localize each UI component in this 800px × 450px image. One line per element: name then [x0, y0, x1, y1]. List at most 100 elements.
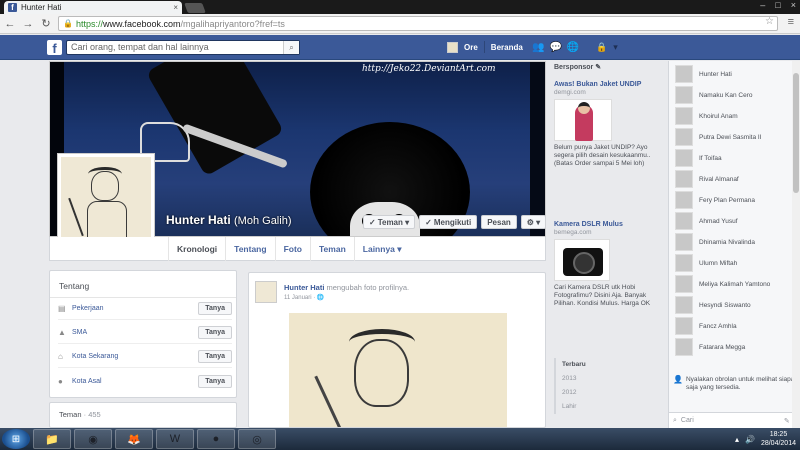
- chat-contact[interactable]: Namaku Kan Cero: [675, 86, 752, 104]
- chat-contact[interactable]: If Toifaa: [675, 149, 722, 167]
- ad-jacket[interactable]: Awas! Bukan Jaket UNDIP demgi.com Belum …: [554, 81, 662, 168]
- chat-sidebar: Hunter Hati Namaku Kan Cero Khoirul Anam…: [668, 61, 800, 428]
- user-avatar[interactable]: [447, 41, 458, 53]
- compose-icon[interactable]: ✎: [784, 417, 790, 425]
- notifications-icon[interactable]: 🌐: [567, 42, 579, 53]
- chat-contact[interactable]: Meliya Kalimah Yamtono: [675, 275, 770, 293]
- scrollbar-thumb[interactable]: [793, 73, 799, 193]
- facebook-logo-icon[interactable]: f: [47, 40, 62, 56]
- media-taskbar-button[interactable]: ◎: [238, 429, 276, 449]
- ask-button[interactable]: Tanya: [198, 302, 232, 315]
- word-taskbar-button[interactable]: W: [156, 429, 194, 449]
- chat-contact-name: Dhinamia Nivalinda: [699, 238, 755, 246]
- ad-image[interactable]: [554, 99, 612, 141]
- chat-contact[interactable]: Fatarara Megga: [675, 338, 745, 356]
- tab-close-icon[interactable]: ×: [173, 3, 178, 12]
- chat-search-input[interactable]: Cari: [681, 417, 780, 424]
- reload-button[interactable]: ↻: [40, 17, 52, 30]
- friend-requests-icon[interactable]: 👥: [532, 42, 544, 53]
- minimize-button[interactable]: –: [760, 0, 765, 10]
- clock[interactable]: 18:25 28/04/2014: [761, 430, 796, 448]
- chat-contact[interactable]: Ahmad Yusuf: [675, 212, 738, 230]
- page-scrollbar[interactable]: [792, 61, 800, 428]
- chat-contact[interactable]: Fancz Amhla: [675, 317, 737, 335]
- facebook-search-input[interactable]: Cari orang, tempat dan hal lainnya ⌕: [66, 40, 300, 55]
- following-button[interactable]: ✓ Mengikuti: [419, 215, 478, 229]
- friends-box[interactable]: Teman · 455: [49, 402, 237, 428]
- chat-contact[interactable]: Hunter Hati: [675, 65, 732, 83]
- close-window-button[interactable]: ×: [791, 0, 796, 10]
- browser-tab[interactable]: f Hunter Hati ×: [4, 1, 182, 14]
- search-icon[interactable]: ⌕: [283, 41, 299, 54]
- profile-name[interactable]: Hunter Hati (Moh Galih): [166, 213, 291, 227]
- friend-button[interactable]: ✓ Teman ▾: [363, 215, 416, 229]
- messages-icon[interactable]: 💬: [549, 42, 561, 53]
- ask-button[interactable]: Tanya: [198, 326, 232, 339]
- chat-contact-name: Namaku Kan Cero: [699, 91, 753, 99]
- sketch-golf-club: [68, 197, 84, 237]
- edit-icon[interactable]: ✎: [595, 64, 601, 71]
- tab-lainnya[interactable]: Lainnya ▾: [353, 237, 410, 261]
- year-item[interactable]: 2012: [562, 386, 614, 400]
- ask-button[interactable]: Tanya: [198, 374, 232, 388]
- chat-contact-name: Ulumn Miftah: [699, 259, 738, 267]
- chat-off-notice: 👤 Nyalakan obrolan untuk melihat siapa s…: [673, 376, 795, 392]
- ad-camera[interactable]: Kamera DSLR Mulus bemega.com Cari Kamera…: [554, 221, 662, 308]
- tab-teman[interactable]: Teman: [310, 237, 354, 261]
- chrome-taskbar-button[interactable]: ◉: [74, 429, 112, 449]
- facebook-header: f Cari orang, tempat dan hal lainnya ⌕ O…: [0, 35, 800, 60]
- year-item[interactable]: Lahir: [562, 400, 614, 414]
- about-row-label: SMA: [72, 329, 88, 336]
- avatar: [675, 296, 693, 314]
- firefox-taskbar-button[interactable]: 🦊: [115, 429, 153, 449]
- tab-kronologi[interactable]: Kronologi: [168, 237, 225, 261]
- chat-contact[interactable]: Fery Plan Permana: [675, 191, 755, 209]
- account-menu-icon[interactable]: ▾: [613, 42, 618, 53]
- ad-title[interactable]: Awas! Bukan Jaket UNDIP: [554, 81, 662, 89]
- browser-menu-icon[interactable]: ≡: [788, 16, 794, 28]
- gear-icon[interactable]: ⚙ ▾: [520, 215, 547, 229]
- chat-off-text[interactable]: Nyalakan obrolan untuk melihat siapa saj…: [686, 376, 795, 392]
- bookmark-star-icon[interactable]: ☆: [765, 16, 774, 27]
- chat-contact[interactable]: Dhinamia Nivalinda: [675, 233, 755, 251]
- ad-image[interactable]: [554, 239, 610, 281]
- tab-foto[interactable]: Foto: [274, 237, 310, 261]
- settings-icons: 🔒 ▾: [596, 42, 618, 53]
- about-box: Tentang ▤ Pekerjaan Tanya ▲ SMA Tanya ⌂ …: [49, 270, 237, 398]
- home-link[interactable]: Beranda: [491, 43, 523, 52]
- year-item[interactable]: Terbaru: [562, 358, 614, 372]
- address-bar[interactable]: 🔒 https:// www.facebook.com /mgalihapriy…: [58, 16, 778, 31]
- forward-button[interactable]: →: [22, 18, 34, 30]
- avatar: [675, 65, 693, 83]
- explorer-taskbar-button[interactable]: 📁: [33, 429, 71, 449]
- chat-search-bar[interactable]: ⌕ Cari ✎ ⚙: [669, 412, 800, 428]
- house-icon: ⌂: [58, 352, 63, 361]
- windows-taskbar: ⊞ 📁 ◉ 🦊 W ● ◎ ▴ 🔊 18:25 28/04/2014: [0, 428, 800, 450]
- back-button[interactable]: ←: [4, 18, 16, 30]
- post-photo[interactable]: [289, 313, 507, 427]
- message-button[interactable]: Pesan: [481, 215, 517, 229]
- tab-tentang[interactable]: Tentang: [225, 237, 274, 261]
- chat-contact[interactable]: Hesyndi Siswanto: [675, 296, 751, 314]
- post-author[interactable]: Hunter Hati: [284, 283, 324, 292]
- ask-button[interactable]: Tanya: [198, 350, 232, 363]
- system-tray: ▴ 🔊 18:25 28/04/2014: [735, 430, 796, 448]
- chat-contact[interactable]: Rival Almanaf: [675, 170, 739, 188]
- maximize-button[interactable]: □: [775, 0, 780, 10]
- user-name-link[interactable]: Ore: [464, 43, 478, 52]
- chat-contact[interactable]: Putra Dewi Sasmita II: [675, 128, 762, 146]
- new-tab-button[interactable]: [184, 3, 206, 13]
- about-row-label: Kota Asal: [72, 377, 102, 385]
- post-author-avatar[interactable]: [255, 281, 277, 303]
- chat-contact[interactable]: Ulumn Miftah: [675, 254, 737, 272]
- url-scheme: https://: [75, 18, 103, 29]
- privacy-shortcuts-icon[interactable]: 🔒: [596, 42, 607, 53]
- post-date[interactable]: 11 Januari · 🌐: [284, 294, 324, 301]
- app-taskbar-button[interactable]: ●: [197, 429, 235, 449]
- volume-icon[interactable]: 🔊: [745, 435, 755, 444]
- ad-title[interactable]: Kamera DSLR Mulus: [554, 221, 662, 229]
- chat-contact[interactable]: Khoirul Anam: [675, 107, 738, 125]
- year-item[interactable]: 2013: [562, 372, 614, 386]
- tray-expand-icon[interactable]: ▴: [735, 435, 739, 444]
- start-button[interactable]: ⊞: [2, 429, 30, 449]
